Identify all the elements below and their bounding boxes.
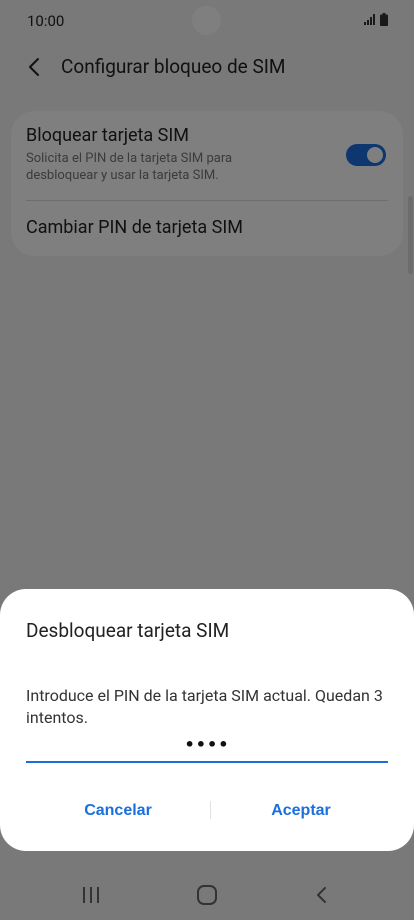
dialog-title: Desbloquear tarjeta SIM [26,619,230,642]
pin-field [26,729,388,763]
dialog-buttons: Cancelar Aceptar [0,789,414,833]
button-divider [210,801,211,819]
accept-button[interactable]: Aceptar [212,789,390,833]
recents-icon[interactable] [71,880,111,910]
unlock-sim-dialog: Desbloquear tarjeta SIM Introduce el PIN… [0,589,414,851]
cancel-button[interactable]: Cancelar [26,789,210,833]
home-icon[interactable] [187,880,227,910]
pin-input[interactable] [26,729,388,759]
dialog-message: Introduce el PIN de la tarjeta SIM actua… [26,686,383,727]
navigation-bar [0,870,414,920]
back-icon[interactable] [302,880,342,910]
